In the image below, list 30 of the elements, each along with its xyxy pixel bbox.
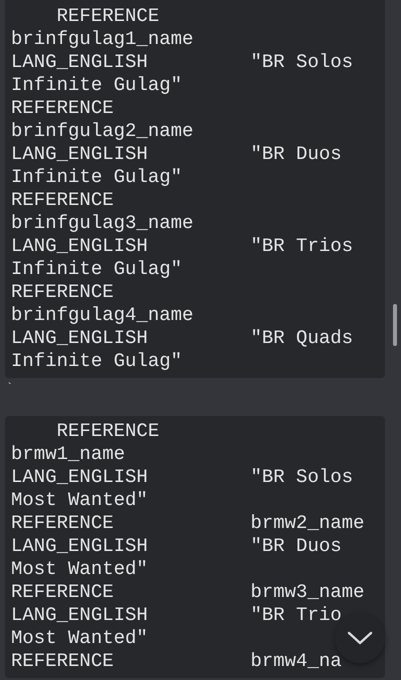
code-line: REFERENCE (56, 420, 160, 443)
code-line: REFERENCE brmw2_name (11, 512, 364, 535)
code-line: Infinite Gulag" (11, 350, 182, 373)
code-line: REFERENCE brmw3_name (11, 581, 364, 604)
code-line: Most Wanted" (11, 558, 148, 581)
code-line: Most Wanted" (11, 489, 148, 512)
code-line: REFERENCE (11, 281, 114, 304)
code-line: LANG_ENGLISH "BR Trios (11, 235, 354, 258)
code-line: Infinite Gulag" (11, 258, 182, 281)
code-line: LANG_ENGLISH "BR Duos (11, 535, 342, 558)
code-line: brmw1_name (11, 443, 126, 466)
code-line: LANG_ENGLISH "BR Trio (11, 604, 342, 627)
code-line: brinfgulag3_name (11, 212, 194, 235)
code-line: brinfgulag2_name (11, 120, 194, 143)
backtick: ` (6, 382, 14, 394)
code-line: Most Wanted" (11, 627, 148, 650)
scrollbar-thumb[interactable] (393, 304, 397, 346)
code-line: LANG_ENGLISH "BR Solos (11, 51, 354, 74)
code-line: LANG_ENGLISH "BR Quads (11, 327, 354, 350)
code-line: brinfgulag4_name (11, 304, 194, 327)
code-line: REFERENCE (11, 189, 114, 212)
code-line: Infinite Gulag" (11, 166, 182, 189)
code-line: brinfgulag1_name (11, 28, 194, 51)
chevron-down-icon (347, 630, 373, 646)
code-line: LANG_ENGLISH "BR Duos (11, 143, 342, 166)
code-line: REFERENCE (56, 5, 160, 28)
code-line: LANG_ENGLISH "BR Solos (11, 466, 354, 489)
code-line: REFERENCE (11, 97, 114, 120)
code-line: Infinite Gulag" (11, 74, 182, 97)
code-line: REFERENCE brmw4_na (11, 650, 342, 673)
